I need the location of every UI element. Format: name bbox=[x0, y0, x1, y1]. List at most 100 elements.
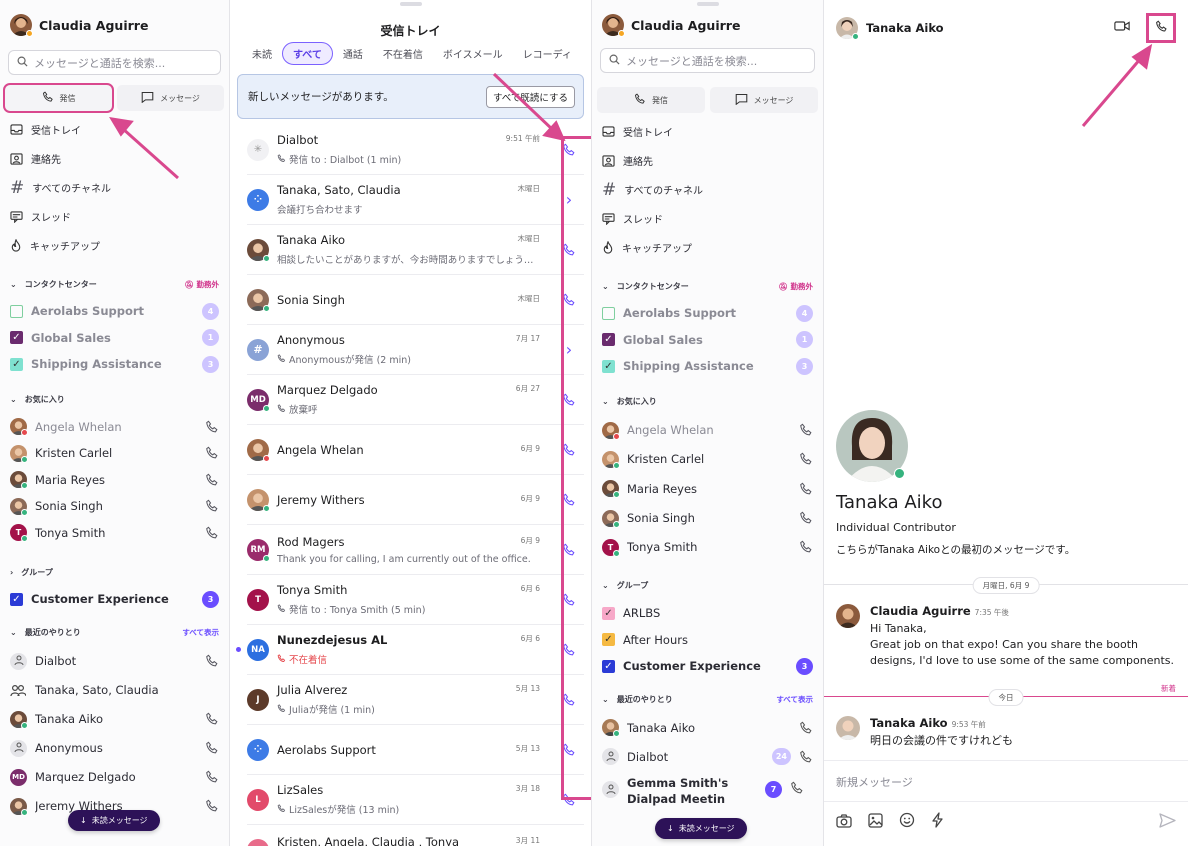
cc-item[interactable]: Aerolabs Support 4 bbox=[592, 300, 823, 327]
phone-icon[interactable] bbox=[205, 499, 219, 513]
favorite-item[interactable]: Maria Reyes bbox=[592, 474, 823, 503]
emoji-icon[interactable] bbox=[899, 812, 915, 832]
compose-input[interactable]: 新規メッセージ bbox=[824, 760, 1188, 802]
call-button[interactable]: 発信 bbox=[3, 83, 114, 113]
inbox-row[interactable]: ⁘Kristen, Angela, Claudia , Tonya3月 11Wh… bbox=[247, 825, 584, 846]
inbox-row[interactable]: Sonia Singh 木曜日 bbox=[247, 275, 584, 325]
inbox-row[interactable]: RM Rod Magers 6月 9 Thank you for calling, I… bbox=[247, 525, 584, 575]
section-groups[interactable]: ⌄ グループ bbox=[592, 572, 823, 600]
send-icon[interactable] bbox=[1159, 812, 1176, 832]
phone-icon[interactable] bbox=[554, 393, 584, 407]
phone-icon[interactable] bbox=[205, 770, 219, 784]
tab-calls[interactable]: 通話 bbox=[333, 43, 373, 64]
phone-icon[interactable] bbox=[799, 721, 813, 735]
chevron-right-icon[interactable]: › bbox=[554, 340, 584, 359]
recent-item[interactable]: Tanaka Aiko bbox=[0, 705, 229, 734]
phone-icon[interactable] bbox=[554, 643, 584, 657]
chevron-right-icon[interactable]: › bbox=[554, 190, 584, 209]
section-contact-center[interactable]: ⌄ コンタクトセンター 🔕︎ 勤務外 bbox=[592, 272, 823, 300]
inbox-row[interactable]: J Julia Alverez 5月 13 Juliaが発信 (1 min) bbox=[247, 675, 584, 725]
phone-icon[interactable] bbox=[205, 473, 219, 487]
favorite-item[interactable]: T Tonya Smith bbox=[0, 520, 229, 547]
phone-icon[interactable] bbox=[554, 293, 584, 307]
inbox-row[interactable]: Angela Whelan 6月 9 bbox=[247, 425, 584, 475]
drag-handle[interactable] bbox=[399, 2, 422, 6]
unread-messages-button[interactable]: ↓ 未読メッセージ bbox=[655, 818, 747, 839]
cc-item[interactable]: ✓ Global Sales 1 bbox=[0, 325, 229, 352]
phone-icon[interactable] bbox=[205, 741, 219, 755]
call-button[interactable] bbox=[1146, 12, 1176, 43]
favorite-item[interactable]: Kristen Carlel bbox=[0, 440, 229, 467]
recent-item[interactable]: Dialbot bbox=[0, 647, 229, 676]
video-icon[interactable] bbox=[1114, 20, 1130, 35]
recent-item[interactable]: MD Marquez Delgado bbox=[0, 763, 229, 792]
nav-catchup[interactable]: キャッチアップ bbox=[602, 233, 813, 262]
phone-icon[interactable] bbox=[205, 712, 219, 726]
section-favorites[interactable]: ⌄ お気に入り bbox=[592, 388, 823, 416]
cc-item[interactable]: Aerolabs Support 4 bbox=[0, 298, 229, 325]
section-favorites[interactable]: ⌄ お気に入り bbox=[0, 386, 229, 414]
favorite-item[interactable]: Angela Whelan bbox=[0, 414, 229, 441]
section-recent[interactable]: ⌄ 最近のやりとり すべて表示 bbox=[0, 619, 229, 647]
phone-icon[interactable] bbox=[799, 750, 813, 764]
phone-icon[interactable] bbox=[205, 526, 219, 540]
nav-channels[interactable]: # すべてのチャネル bbox=[602, 175, 813, 204]
favorite-item[interactable]: T Tonya Smith bbox=[592, 533, 823, 562]
phone-icon[interactable] bbox=[205, 654, 219, 668]
cc-item[interactable]: ✓ Shipping Assistance 3 bbox=[0, 351, 229, 378]
favorite-item[interactable]: Angela Whelan bbox=[592, 416, 823, 445]
inbox-row[interactable]: Jeremy Withers 6月 9 bbox=[247, 475, 584, 525]
recent-item[interactable]: Anonymous bbox=[0, 734, 229, 763]
phone-icon[interactable] bbox=[799, 452, 813, 466]
drag-handle[interactable] bbox=[696, 2, 719, 6]
group-item[interactable]: ✓ Customer Experience 3 bbox=[0, 586, 229, 613]
phone-icon[interactable] bbox=[554, 493, 584, 507]
phone-icon[interactable] bbox=[799, 540, 813, 554]
nav-contacts[interactable]: 連絡先 bbox=[10, 144, 219, 173]
lightning-icon[interactable] bbox=[931, 812, 944, 832]
nav-contacts[interactable]: 連絡先 bbox=[602, 146, 813, 175]
recent-item[interactable]: Gemma Smith's Dialpad Meetin 7 bbox=[592, 771, 823, 807]
phone-icon[interactable] bbox=[799, 482, 813, 496]
contact-avatar[interactable] bbox=[836, 16, 859, 40]
nav-catchup[interactable]: キャッチアップ bbox=[10, 231, 219, 260]
section-groups[interactable]: › グループ bbox=[0, 558, 229, 586]
tab-missed[interactable]: 不在着信 bbox=[373, 43, 433, 64]
tab-voicemail[interactable]: ボイスメール bbox=[433, 43, 513, 64]
tab-all[interactable]: すべて bbox=[282, 41, 333, 65]
phone-icon[interactable] bbox=[790, 781, 804, 795]
user-header[interactable]: Claudia Aguirre bbox=[0, 0, 229, 50]
group-item[interactable]: ✓ Customer Experience 3 bbox=[592, 653, 823, 680]
tab-unread[interactable]: 未読 bbox=[242, 43, 282, 64]
show-all-link[interactable]: すべて表示 bbox=[182, 627, 219, 638]
phone-icon[interactable] bbox=[205, 799, 219, 813]
phone-icon[interactable] bbox=[205, 446, 219, 460]
nav-inbox[interactable]: 受信トレイ bbox=[602, 117, 813, 146]
message-button[interactable]: メッセージ bbox=[710, 87, 818, 113]
show-all-link[interactable]: すべて表示 bbox=[776, 694, 813, 705]
phone-icon[interactable] bbox=[554, 543, 584, 557]
off-duty-status[interactable]: 🔕︎ 勤務外 bbox=[184, 279, 219, 290]
recent-item[interactable]: Tanaka Aiko bbox=[592, 713, 823, 742]
phone-icon[interactable] bbox=[799, 423, 813, 437]
mark-all-read-button[interactable]: すべて既読にする bbox=[485, 85, 575, 108]
section-contact-center[interactable]: ⌄ コンタクトセンター 🔕︎ 勤務外 bbox=[0, 270, 229, 298]
phone-icon[interactable] bbox=[799, 511, 813, 525]
inbox-row[interactable]: ⁘ Aerolabs Support 5月 13 bbox=[247, 725, 584, 775]
phone-icon[interactable] bbox=[554, 443, 584, 457]
inbox-row[interactable]: # Anonymous 7月 17 Anonymousが発信 (2 min) › bbox=[247, 325, 584, 375]
inbox-row[interactable]: ✳ Dialbot 9:51 午前 発信 to : Dialbot (1 min) bbox=[247, 125, 584, 175]
phone-icon[interactable] bbox=[554, 593, 584, 607]
inbox-row[interactable]: ⁘ Tanaka, Sato, Claudia 木曜日 会議打ち合わせます › bbox=[247, 175, 584, 225]
section-recent[interactable]: ⌄ 最近のやりとり すべて表示 bbox=[592, 685, 823, 713]
chevron-right-icon[interactable]: › bbox=[554, 841, 584, 846]
favorite-item[interactable]: Maria Reyes bbox=[0, 467, 229, 494]
recent-item[interactable]: Tanaka, Sato, Claudia bbox=[0, 676, 229, 705]
favorite-item[interactable]: Sonia Singh bbox=[592, 503, 823, 532]
nav-threads[interactable]: スレッド bbox=[602, 204, 813, 233]
phone-icon[interactable] bbox=[554, 143, 584, 157]
message-button[interactable]: メッセージ bbox=[117, 85, 224, 111]
unread-messages-button[interactable]: ↓ 未読メッセージ bbox=[68, 810, 160, 831]
search-input[interactable]: メッセージと通話を検索... bbox=[8, 50, 221, 75]
nav-inbox[interactable]: 受信トレイ bbox=[10, 115, 219, 144]
